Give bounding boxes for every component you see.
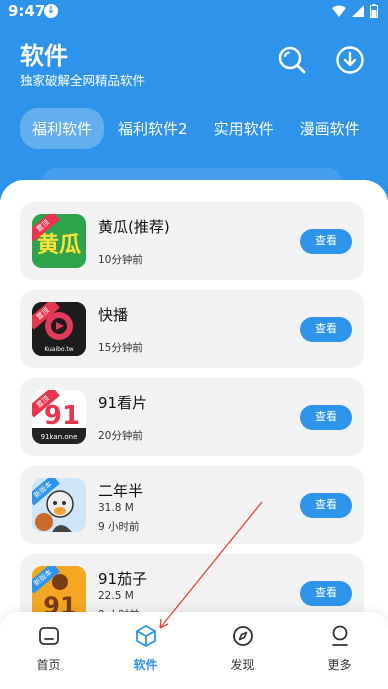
list-item[interactable]: Kuaibo.tw 置顶 快播 15分钟前 查看 xyxy=(20,290,364,368)
nav-home[interactable]: 首页 xyxy=(0,612,97,689)
user-icon xyxy=(331,625,348,646)
search-button[interactable] xyxy=(276,44,308,76)
signal-icon xyxy=(352,5,364,17)
app-size: 31.8 M xyxy=(98,502,134,514)
cube-icon xyxy=(135,625,156,647)
page-subtitle: 独家破解全网精品软件 xyxy=(20,73,146,88)
view-button[interactable]: 查看 xyxy=(300,317,352,342)
app-size: 22.5 M xyxy=(98,590,134,602)
status-bar: 9:47 ↓ xyxy=(0,0,388,24)
app-name: 二年半 xyxy=(98,482,144,500)
bottom-navigation: 首页 软件 发现 更多 xyxy=(0,612,388,689)
app-icon: 黄瓜 置顶 xyxy=(32,214,86,268)
nav-label: 首页 xyxy=(36,658,61,672)
app-time: 9 小时前 xyxy=(98,521,140,533)
app-time: 15分钟前 xyxy=(98,342,143,354)
page-title: 软件 xyxy=(20,42,68,70)
download-button[interactable] xyxy=(334,44,366,76)
app-list: 黄瓜 置顶 黄瓜(推荐) 10分钟前 查看 Kuaibo.tw 置顶 快播 15… xyxy=(20,202,364,642)
nav-label: 软件 xyxy=(133,658,158,672)
app-name: 快播 xyxy=(98,306,129,324)
list-item[interactable]: 91 91kan.one 置顶 91看片 20分钟前 查看 xyxy=(20,378,364,456)
category-tabs: 福利软件 福利软件2 实用软件 漫画软件 xyxy=(20,107,388,149)
nav-label: 更多 xyxy=(327,658,352,672)
list-item[interactable]: 新版本 二年半 31.8 M 9 小时前 查看 xyxy=(20,466,364,544)
status-icons xyxy=(332,4,378,18)
view-button[interactable]: 查看 xyxy=(300,229,352,254)
status-time: 9:47 xyxy=(8,2,46,20)
nav-more[interactable]: 更多 xyxy=(291,612,388,689)
nav-software[interactable]: 软件 xyxy=(97,612,194,689)
app-icon: 新版本 xyxy=(32,478,86,532)
app-icon: 91 91kan.one 置顶 xyxy=(32,390,86,444)
app-time: 10分钟前 xyxy=(98,254,143,266)
view-button[interactable]: 查看 xyxy=(300,405,352,430)
svg-text:黄瓜: 黄瓜 xyxy=(37,233,81,258)
app-name: 91看片 xyxy=(98,394,148,412)
nav-label: 发现 xyxy=(230,658,255,672)
app-icon: Kuaibo.tw 置顶 xyxy=(32,302,86,356)
app-time: 20分钟前 xyxy=(98,430,143,442)
tab-fuli[interactable]: 福利软件 xyxy=(20,107,105,149)
app-name: 黄瓜(推荐) xyxy=(98,218,170,236)
search-icon xyxy=(278,46,306,74)
svg-text:91kan.one: 91kan.one xyxy=(41,433,78,441)
download-notification-icon: ↓ xyxy=(44,4,58,18)
view-button[interactable]: 查看 xyxy=(300,493,352,518)
wifi-icon xyxy=(332,5,346,17)
battery-icon xyxy=(370,4,378,18)
view-button[interactable]: 查看 xyxy=(300,581,352,606)
tab-shiyong[interactable]: 实用软件 xyxy=(202,108,286,149)
svg-text:Kuaibo.tw: Kuaibo.tw xyxy=(44,346,73,353)
app-name: 91茄子 xyxy=(98,570,148,588)
list-item[interactable]: 黄瓜 置顶 黄瓜(推荐) 10分钟前 查看 xyxy=(20,202,364,280)
download-icon xyxy=(336,46,364,74)
tab-manhua[interactable]: 漫画软件 xyxy=(288,108,372,149)
tab-fuli2[interactable]: 福利软件2 xyxy=(106,108,200,149)
compass-icon xyxy=(232,626,253,646)
svg-text:91: 91 xyxy=(44,401,80,431)
home-icon xyxy=(38,627,59,645)
nav-discover[interactable]: 发现 xyxy=(194,612,291,689)
